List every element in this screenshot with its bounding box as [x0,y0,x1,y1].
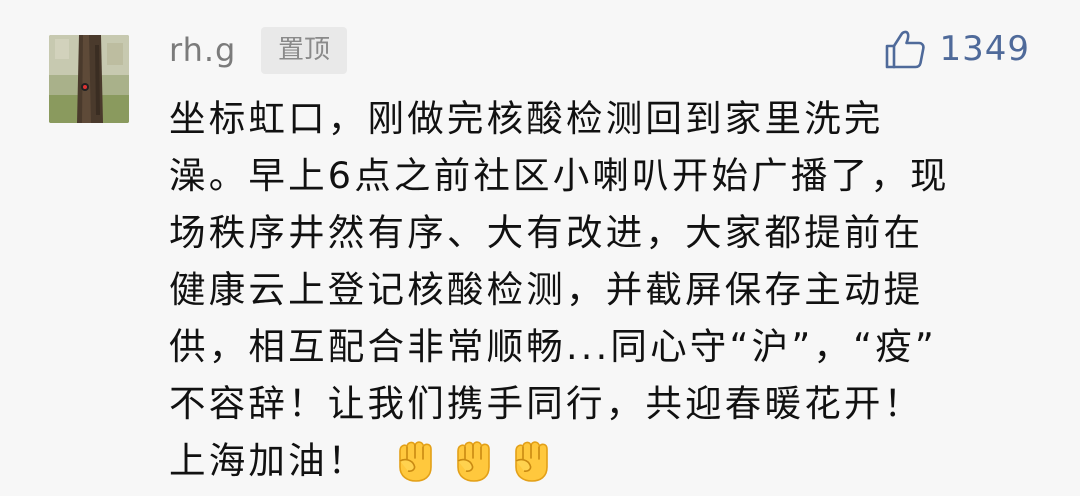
pinned-badge: 置顶 [261,27,347,74]
raised-fist-emoji-icon [514,440,548,482]
comment-text: 坐标虹口，刚做完核酸检测回到家里洗完 澡。早上6点之前社区小喇叭开始广播了，现 … [169,90,1049,489]
thumbs-up-icon [886,30,926,69]
raised-fist-emoji-icon [398,440,432,482]
comment-line: 不容辞！让我们携手同行，共迎春暖花开！ [169,382,924,425]
comment-line: 场秩序井然有序、大有改进，大家都提前在 [169,211,924,254]
comment-line: 上海加油！ [169,439,368,482]
avatar-tree-image [49,35,129,123]
comment-line: 健康云上登记核酸检测，并截屏保存主动提 [169,268,924,311]
raised-fist-emoji-icon [456,440,490,482]
comment-last-line: 上海加油！ [169,432,1049,489]
username[interactable]: rh.g [169,27,236,73]
comment-line: 供，相互配合非常顺畅...同心守“沪”，“疫” [169,325,938,368]
like-count: 1349 [939,29,1030,69]
like-button[interactable]: 1349 [883,24,1030,74]
comment-line: 澡。早上6点之前社区小喇叭开始广播了，现 [169,154,950,197]
comment-line: 坐标虹口，刚做完核酸检测回到家里洗完 [169,97,884,140]
comment-card: rh.g 置顶 1349 坐标虹口，刚做完核酸检测回到家里洗完 澡。早上6点之前… [0,0,1080,496]
avatar[interactable] [49,35,129,123]
